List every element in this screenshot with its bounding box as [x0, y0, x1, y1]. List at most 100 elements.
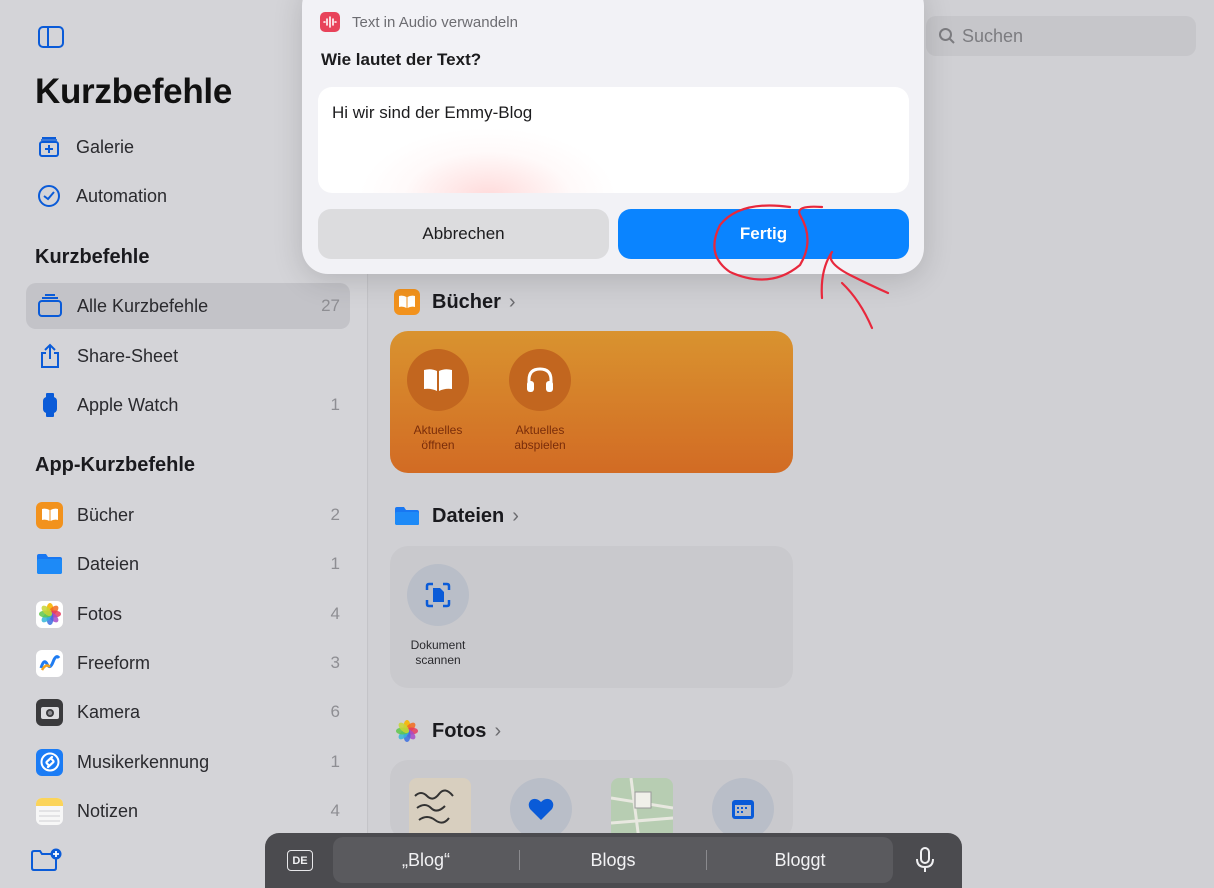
tile-label: Aktuelles — [413, 423, 463, 437]
sidebar-item-label: Alle Kurzbefehle — [77, 295, 209, 316]
sidebar-item-label: Galerie — [76, 136, 135, 157]
freeform-app-icon — [36, 649, 63, 677]
section-header-app-kurzbefehle: App-Kurzbefehle — [35, 454, 195, 476]
item-count: 6 — [330, 702, 340, 721]
item-count: 1 — [330, 752, 340, 771]
sidebar-item-label: Kamera — [77, 701, 141, 722]
handwriting-photo-thumbnail[interactable] — [409, 778, 471, 840]
group-title-fotos[interactable]: Fotos › — [394, 718, 501, 744]
item-count: 27 — [321, 296, 340, 315]
sidebar-item-share-sheet[interactable]: Share-Sheet — [26, 333, 350, 379]
dialog-question: Wie lautet der Text? — [321, 50, 482, 69]
sidebar-item-alle-kurzbefehle[interactable]: Alle Kurzbefehle 27 — [26, 283, 350, 329]
camera-app-icon — [36, 698, 63, 726]
files-app-icon — [36, 551, 63, 578]
headphones-icon — [509, 349, 571, 411]
books-shortcuts-card: Aktuelles öffnen Aktuelles abspielen — [390, 331, 793, 473]
waveform-app-icon — [320, 12, 340, 32]
shortcut-tile-dokument-scannen[interactable]: Dokument scannen — [398, 564, 478, 668]
sidebar-item-apple-watch[interactable]: Apple Watch 1 — [26, 382, 350, 428]
item-count: 1 — [330, 395, 340, 414]
clock-check-icon — [37, 184, 61, 208]
search-input: Suchen — [962, 25, 1024, 46]
group-label: Bücher — [432, 290, 501, 313]
dialog-app-name: Text in Audio verwandeln — [352, 13, 518, 31]
stack-icon — [36, 293, 63, 320]
books-app-icon — [36, 501, 63, 529]
done-button[interactable]: Fertig — [618, 209, 909, 259]
cancel-button[interactable]: Abbrechen — [318, 209, 609, 259]
dialog-app-header: Text in Audio verwandeln — [320, 12, 518, 32]
keyboard-suggestion-bar: DE „Blog“ Blogs Bloggt — [265, 833, 962, 888]
search-field[interactable]: Suchen — [926, 16, 1196, 56]
sidebar-item-freeform[interactable]: Freeform 3 — [26, 640, 350, 686]
files-shortcuts-card: Dokument scannen — [390, 546, 793, 688]
text-input-dialog: Text in Audio verwandeln Wie lautet der … — [302, 0, 924, 274]
share-icon — [36, 343, 63, 370]
files-app-icon — [394, 503, 420, 529]
shortcut-tile-aktuelles-oeffnen[interactable]: Aktuelles öffnen — [398, 349, 478, 453]
sidebar-item-label: Freeform — [77, 652, 151, 673]
sidebar-item-fotos[interactable]: Fotos 4 — [26, 591, 350, 637]
item-count: 2 — [330, 505, 340, 524]
sidebar-item-buecher[interactable]: Bücher 2 — [26, 492, 350, 538]
gallery-icon — [37, 135, 61, 159]
sidebar-item-label: Apple Watch — [77, 394, 179, 415]
photos-shortcuts-card — [390, 760, 793, 840]
document-scan-icon — [407, 564, 469, 626]
keyboard-language-button[interactable]: DE — [287, 850, 313, 871]
item-count: 1 — [330, 554, 340, 573]
watch-icon — [36, 392, 63, 419]
sidebar-item-automation[interactable]: Automation — [37, 181, 167, 211]
microphone-icon[interactable] — [915, 847, 935, 873]
shazam-app-icon — [36, 748, 63, 776]
search-icon — [939, 28, 955, 44]
books-app-icon — [394, 289, 420, 315]
group-title-buecher[interactable]: Bücher › — [394, 289, 516, 315]
chevron-right-icon: › — [494, 719, 502, 742]
new-folder-icon[interactable] — [30, 848, 62, 872]
photos-app-icon — [394, 718, 420, 744]
text-input-value: Hi wir sind der Emmy-Blog — [332, 103, 533, 122]
text-input-field[interactable]: Hi wir sind der Emmy-Blog — [318, 87, 909, 193]
chevron-right-icon: › — [508, 290, 516, 313]
sidebar-item-label: Notizen — [77, 800, 139, 821]
tile-label: Aktuelles — [515, 423, 565, 437]
notes-app-icon — [36, 797, 63, 825]
sidebar-item-label: Automation — [76, 185, 168, 206]
sidebar-item-label: Dateien — [77, 553, 140, 574]
shortcut-tile-aktuelles-abspielen[interactable]: Aktuelles abspielen — [500, 349, 580, 453]
sidebar-item-label: Bücher — [77, 504, 135, 525]
sidebar-item-label: Share-Sheet — [77, 345, 179, 366]
sidebar-item-notizen[interactable]: Notizen 4 — [26, 788, 350, 834]
suggestion-item[interactable]: „Blog“ — [333, 850, 519, 871]
suggestion-item[interactable]: Blogs — [520, 850, 706, 871]
suggestions: „Blog“ Blogs Bloggt — [333, 837, 893, 883]
chevron-right-icon: › — [512, 504, 519, 527]
book-icon — [407, 349, 469, 411]
sidebar-item-label: Musikerkennung — [77, 751, 210, 772]
sidebar-toggle-icon[interactable] — [38, 26, 64, 48]
item-count: 3 — [330, 653, 340, 672]
sidebar-item-label: Fotos — [77, 603, 123, 624]
tile-label: Dokument — [410, 638, 466, 652]
group-label: Dateien — [432, 504, 505, 527]
tile-label: abspielen — [514, 438, 566, 452]
group-label: Fotos — [432, 719, 487, 742]
sidebar-item-kamera[interactable]: Kamera 6 — [26, 689, 350, 735]
calendar-icon[interactable] — [712, 778, 774, 840]
section-header-kurzbefehle: Kurzbefehle — [35, 246, 150, 268]
tile-label: scannen — [415, 653, 461, 667]
photos-app-icon — [36, 600, 63, 628]
sidebar-item-dateien[interactable]: Dateien 1 — [26, 541, 350, 587]
sidebar-item-galerie[interactable]: Galerie — [37, 132, 134, 162]
sidebar-item-musikerkennung[interactable]: Musikerkennung 1 — [26, 739, 350, 785]
item-count: 4 — [330, 801, 340, 820]
suggestion-item[interactable]: Bloggt — [707, 850, 893, 871]
group-title-dateien[interactable]: Dateien › — [394, 503, 519, 529]
item-count: 4 — [330, 604, 340, 623]
page-title: Kurzbefehle — [35, 72, 233, 111]
map-photo-thumbnail[interactable] — [611, 778, 673, 840]
heart-icon[interactable] — [510, 778, 572, 840]
tile-label: öffnen — [421, 438, 455, 452]
